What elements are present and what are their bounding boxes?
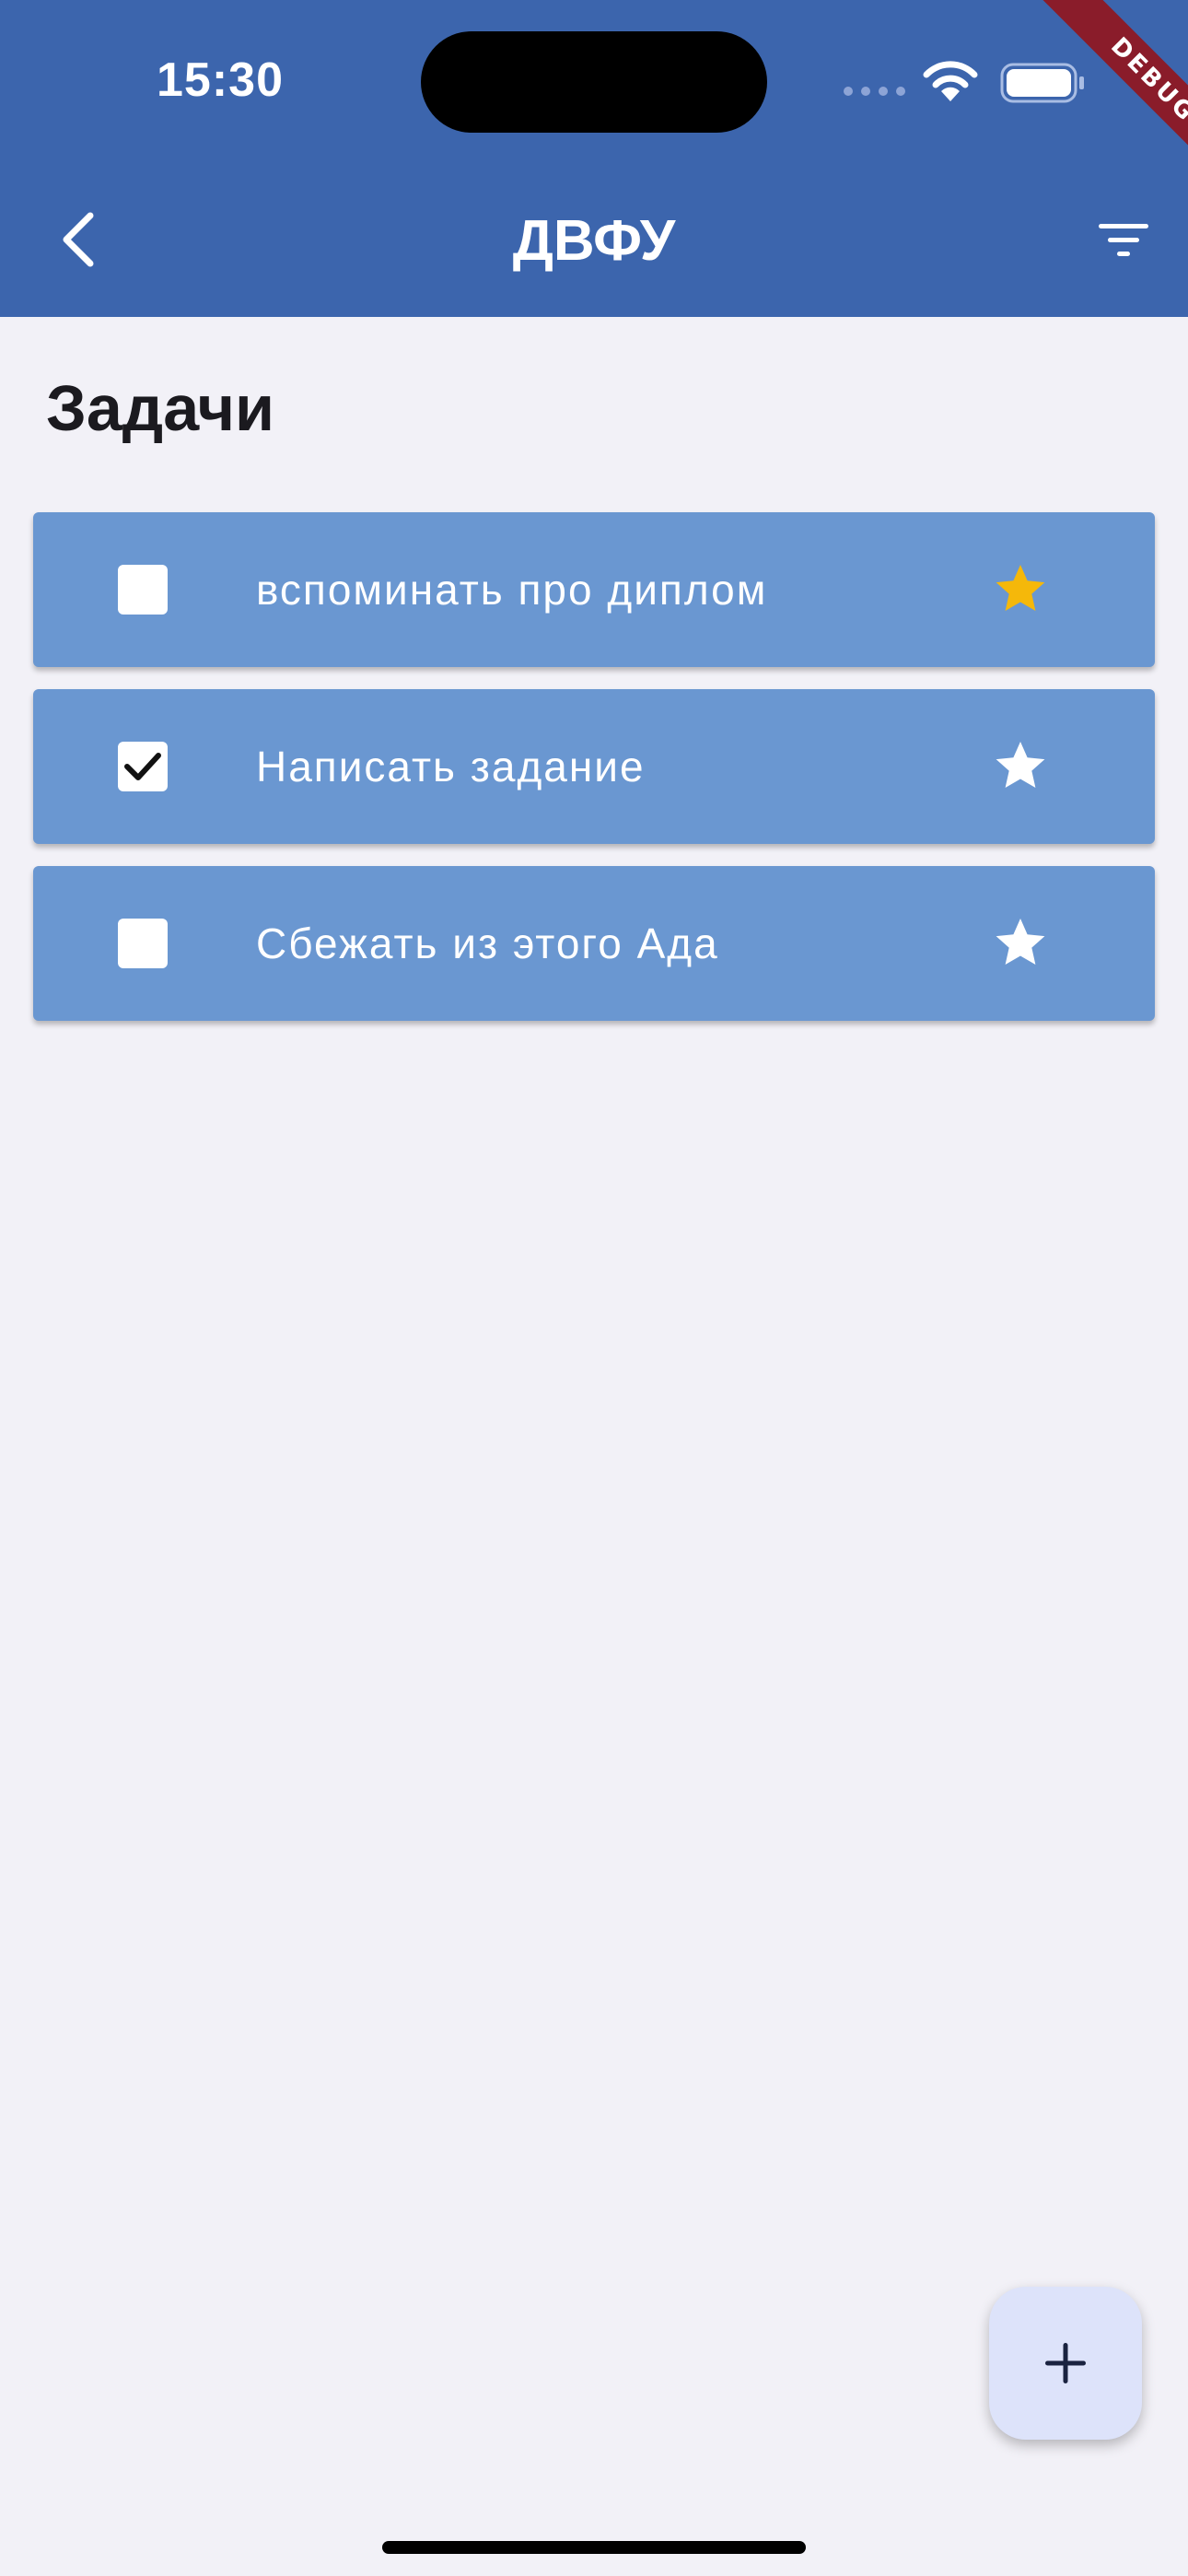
- task-checkbox[interactable]: [118, 919, 168, 968]
- star-icon[interactable]: [993, 562, 1048, 617]
- task-checkbox[interactable]: [118, 742, 168, 791]
- status-bar-time: 15:30: [157, 53, 284, 107]
- task-label: Написать задание: [256, 743, 646, 790]
- checkmark-icon: [124, 753, 161, 780]
- battery-icon: [1000, 63, 1084, 103]
- cellular-signal-icon: [844, 87, 905, 96]
- dynamic-island: [421, 31, 767, 133]
- plus-icon: [1045, 2343, 1086, 2383]
- star-icon[interactable]: [993, 916, 1048, 971]
- task-label: вспоминать про диплом: [256, 566, 768, 614]
- wifi-icon: [923, 61, 978, 101]
- task-item[interactable]: вспоминать про диплом: [33, 512, 1155, 667]
- filter-button[interactable]: [1087, 208, 1160, 273]
- task-label: Сбежать из этого Ада: [256, 919, 719, 967]
- add-task-button[interactable]: [989, 2287, 1142, 2440]
- task-item[interactable]: Написать задание: [33, 689, 1155, 844]
- star-icon[interactable]: [993, 739, 1048, 794]
- home-indicator: [382, 2541, 806, 2554]
- page-title: Задачи: [46, 372, 275, 444]
- chevron-left-icon: [63, 212, 94, 267]
- back-button[interactable]: [46, 203, 111, 276]
- app-title: ДВФУ: [512, 209, 676, 273]
- app-header: 15:30 ДВФУ: [0, 0, 1188, 317]
- task-item[interactable]: Сбежать из этого Ада: [33, 866, 1155, 1021]
- filter-icon: [1099, 224, 1148, 256]
- task-checkbox[interactable]: [118, 565, 168, 615]
